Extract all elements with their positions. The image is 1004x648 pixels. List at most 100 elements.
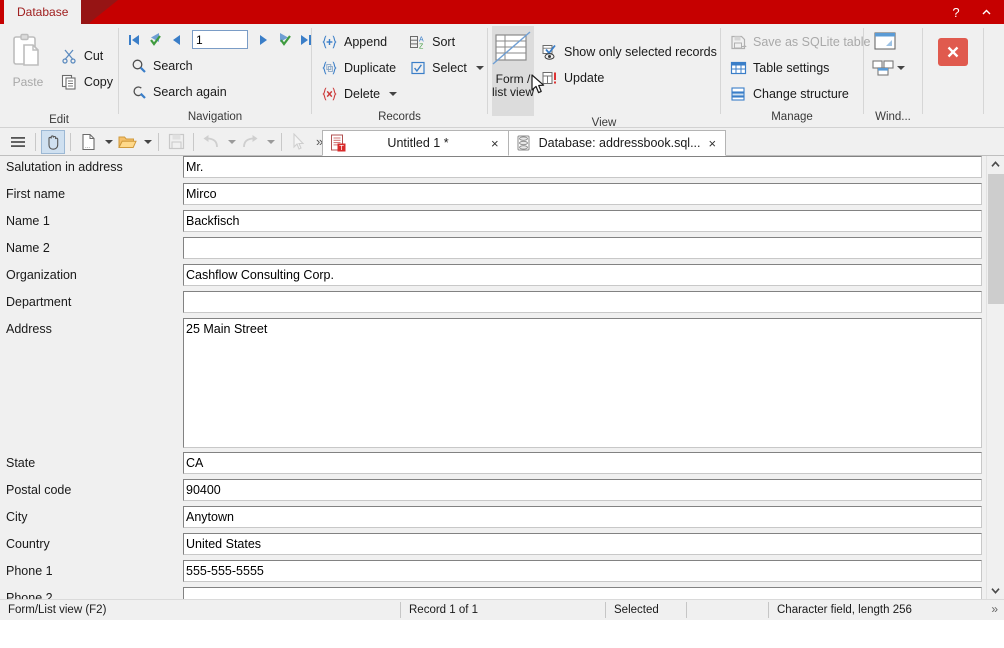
- question-mark-icon: ?: [952, 4, 960, 20]
- hand-tool-button[interactable]: [41, 129, 65, 154]
- show-only-selected-records-button[interactable]: Show only selected records: [536, 39, 722, 64]
- svg-text:Z: Z: [419, 43, 424, 50]
- scrollbar-thumb[interactable]: [988, 174, 1004, 304]
- ribbon-group-window: Wind...: [864, 24, 922, 128]
- scroll-up-arrow[interactable]: [987, 156, 1004, 173]
- select-button[interactable]: Select: [404, 55, 489, 80]
- arrange-windows-button[interactable]: [872, 59, 905, 77]
- form-list-view-label-2: list view: [492, 85, 535, 99]
- ribbon-group-close: [923, 24, 983, 128]
- collapse-ribbon-button[interactable]: [972, 1, 1000, 23]
- chevron-down-icon[interactable]: [475, 65, 484, 70]
- field-value-phone-1[interactable]: 555-555-5555: [183, 560, 982, 582]
- field-value-postal-code[interactable]: 90400: [183, 479, 982, 501]
- restore-window-button[interactable]: [872, 29, 898, 53]
- ribbon-group-view: Form / list view Show only selected reco…: [488, 24, 722, 129]
- previous-page-button[interactable]: [146, 30, 164, 50]
- save-as-sqlite-table-button[interactable]: Save as SQLite table: [725, 29, 875, 54]
- chevron-down-icon[interactable]: [897, 66, 905, 70]
- form-row-postal-code: Postal code 90400: [0, 479, 986, 506]
- append-button-label: Append: [344, 34, 388, 49]
- new-document-dropdown[interactable]: [101, 130, 114, 154]
- field-value-city[interactable]: Anytown: [183, 506, 982, 528]
- first-arrow-icon: [129, 34, 139, 45]
- change-structure-button[interactable]: Change structure: [725, 81, 875, 106]
- field-value-salutation[interactable]: Mr.: [183, 156, 982, 178]
- paste-button[interactable]: Paste: [0, 29, 56, 113]
- hamburger-icon: [11, 136, 25, 147]
- form-list-view-button[interactable]: Form / list view: [492, 26, 534, 116]
- record-navigation-row: [119, 27, 315, 52]
- record-number-input[interactable]: [192, 30, 248, 49]
- next-page-button[interactable]: [276, 30, 294, 50]
- form-row-department: Department: [0, 291, 986, 318]
- duplicate-button[interactable]: Duplicate: [316, 55, 402, 80]
- window-bottom-area: [0, 620, 1004, 648]
- field-value-country[interactable]: United States: [183, 533, 982, 555]
- chevron-down-icon[interactable]: [389, 91, 398, 96]
- scroll-down-arrow[interactable]: [987, 582, 1004, 599]
- document-tab-database[interactable]: Database: addressbook.sql... ×: [507, 130, 727, 156]
- field-value-state[interactable]: CA: [183, 452, 982, 474]
- undo-button[interactable]: [199, 130, 223, 154]
- sort-button-label: Sort: [432, 34, 456, 49]
- ribbon-tab-database[interactable]: Database: [4, 0, 82, 24]
- form-view: Salutation in address Mr. First name Mir…: [0, 156, 1004, 599]
- search-button[interactable]: Search: [125, 53, 232, 78]
- open-document-button[interactable]: [115, 130, 139, 154]
- table-settings-button[interactable]: Table settings: [725, 55, 875, 80]
- next-record-button[interactable]: [255, 30, 273, 50]
- search-again-button[interactable]: Search again: [125, 79, 232, 104]
- close-tab-icon[interactable]: ×: [708, 137, 718, 150]
- field-value-department[interactable]: [183, 291, 982, 313]
- menu-button[interactable]: [6, 130, 30, 154]
- document-tab-untitled[interactable]: T Untitled 1 * ×: [322, 130, 509, 156]
- ribbon-group-navigation: Search Search again Navigation: [119, 24, 311, 128]
- svg-text:T: T: [339, 143, 344, 152]
- new-document-icon: ...: [81, 133, 95, 150]
- save-button[interactable]: [164, 130, 188, 154]
- copy-button-label: Copy: [83, 74, 113, 89]
- form-vertical-scrollbar[interactable]: [986, 156, 1004, 599]
- help-button[interactable]: ?: [942, 1, 970, 23]
- open-document-dropdown[interactable]: [140, 130, 153, 154]
- field-value-name-2[interactable]: [183, 237, 982, 259]
- previous-record-button[interactable]: [167, 30, 185, 50]
- field-label-name-2: Name 2: [6, 241, 50, 255]
- select-tool-button[interactable]: [287, 130, 311, 154]
- chevron-down-icon: [228, 139, 236, 144]
- undo-dropdown[interactable]: [224, 130, 237, 154]
- first-record-button[interactable]: [125, 30, 143, 50]
- new-document-button[interactable]: ...: [76, 130, 100, 154]
- update-button[interactable]: Update: [536, 65, 722, 90]
- close-document-button[interactable]: [938, 38, 968, 66]
- form-row-address: Address 25 Main Street: [0, 318, 986, 452]
- field-value-name-1[interactable]: Backfisch: [183, 210, 982, 232]
- field-value-phone-2[interactable]: [183, 587, 982, 599]
- next-check-icon: [280, 33, 291, 46]
- field-value-address[interactable]: 25 Main Street: [183, 318, 982, 448]
- search-icon: [130, 57, 147, 74]
- redo-dropdown[interactable]: [263, 130, 276, 154]
- field-value-first-name[interactable]: Mirco: [183, 183, 982, 205]
- form-row-phone-1: Phone 1 555-555-5555: [0, 560, 986, 587]
- copy-button[interactable]: Copy: [56, 69, 118, 94]
- ribbon-group-manage: Save as SQLite table Table settings Chan…: [721, 24, 870, 128]
- cut-button[interactable]: Cut: [56, 43, 118, 68]
- title-bar: Database ?: [0, 0, 1004, 24]
- field-value-organization[interactable]: Cashflow Consulting Corp.: [183, 264, 982, 286]
- close-tab-icon[interactable]: ×: [490, 137, 500, 150]
- append-button[interactable]: Append: [316, 29, 402, 54]
- field-label-postal-code: Postal code: [6, 483, 72, 497]
- ribbon-group-records: Append Duplicate Delete A Z Sort Select …: [312, 24, 487, 128]
- brace-plus-icon: [321, 33, 338, 50]
- redo-button[interactable]: [238, 130, 262, 154]
- table-icon: [730, 59, 747, 76]
- cursor-arrow-icon: [293, 132, 305, 150]
- delete-button[interactable]: Delete: [316, 81, 402, 106]
- search-button-label: Search: [153, 58, 193, 73]
- chevron-down-icon: [105, 139, 113, 144]
- status-overflow-button[interactable]: »: [991, 602, 998, 616]
- sort-az-icon: A Z: [409, 33, 426, 50]
- sort-button[interactable]: A Z Sort: [404, 29, 489, 54]
